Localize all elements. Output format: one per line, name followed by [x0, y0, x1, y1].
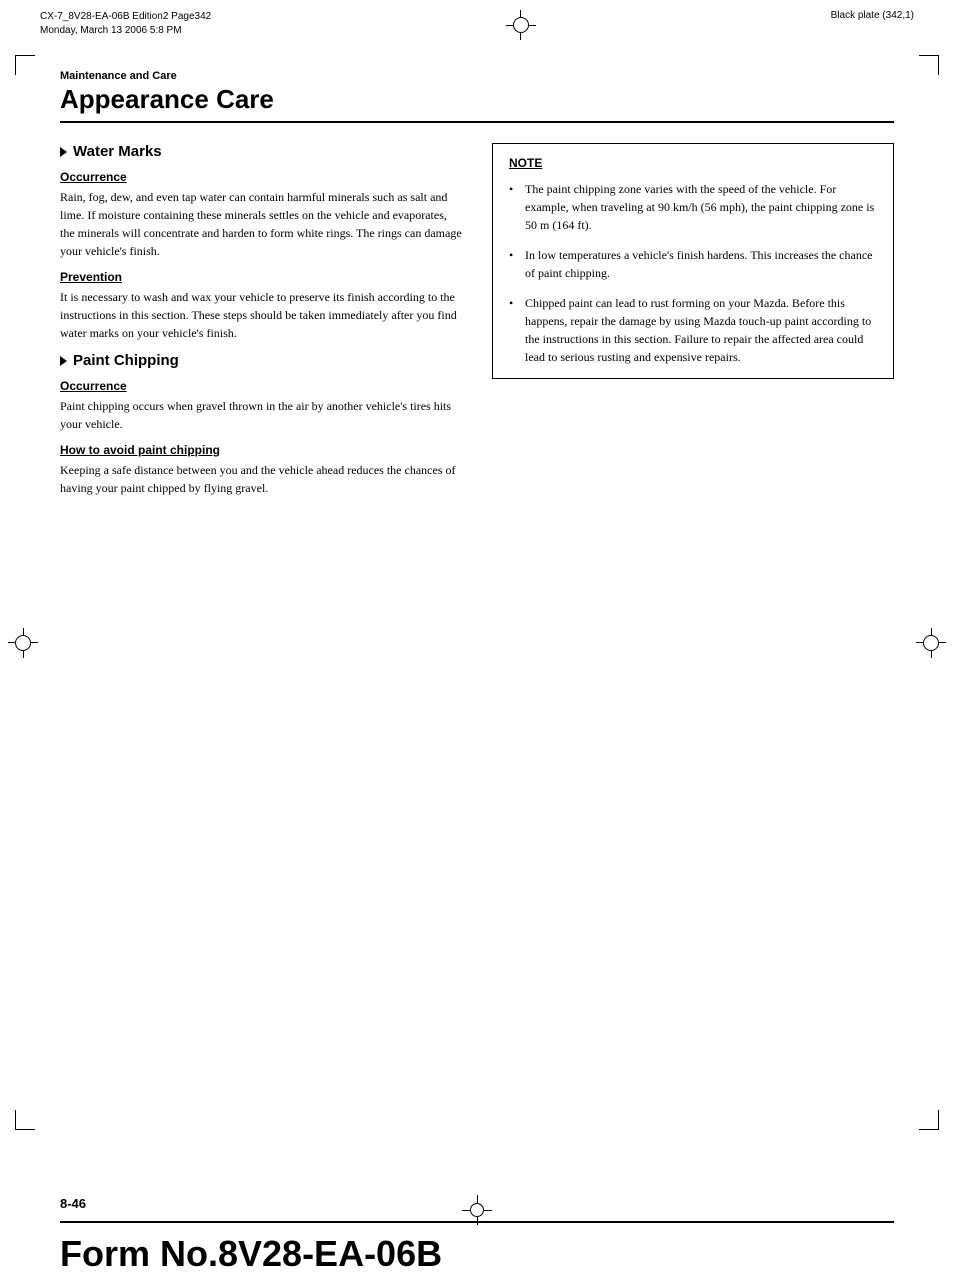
water-marks-title: Water Marks — [73, 143, 162, 160]
top-crosshair — [506, 10, 536, 40]
page: CX-7_8V28-EA-06B Edition2 Page342 Monday… — [0, 0, 954, 1285]
top-bar: CX-7_8V28-EA-06B Edition2 Page342 Monday… — [0, 0, 954, 40]
right-crosshair — [916, 628, 946, 658]
water-marks-section: Water Marks Occurrence Rain, fog, dew, a… — [60, 143, 462, 342]
plate-info: Black plate (342,1) — [831, 10, 914, 21]
doc-info: CX-7_8V28-EA-06B Edition2 Page342 Monday… — [40, 10, 211, 38]
left-crosshair — [8, 628, 38, 658]
crosshair-circle — [513, 17, 529, 33]
how-to-avoid-heading: How to avoid paint chipping — [60, 443, 462, 457]
note-box: NOTE The paint chipping zone varies with… — [492, 143, 894, 379]
paint-chipping-title: Paint Chipping — [73, 352, 179, 369]
bottom-area: 8-46 Form No.8V28-EA-06B — [0, 1186, 954, 1285]
page-title: Appearance Care — [60, 84, 894, 115]
note-title: NOTE — [509, 156, 877, 170]
doc-line2: Monday, March 13 2006 5:8 PM — [40, 24, 211, 38]
occurrence-text-1: Rain, fog, dew, and even tap water can c… — [60, 188, 462, 260]
occurrence-heading-2: Occurrence — [60, 379, 462, 393]
note-item-3: Chipped paint can lead to rust forming o… — [509, 294, 877, 366]
right-crosshair-circle — [923, 635, 939, 651]
water-marks-heading: Water Marks — [60, 143, 462, 160]
bottom-crosshair — [462, 1195, 492, 1225]
note-item-2: In low temperatures a vehicle's finish h… — [509, 246, 877, 282]
triangle-icon-2 — [60, 356, 67, 366]
prevention-text: It is necessary to wash and wax your veh… — [60, 288, 462, 342]
title-divider — [60, 121, 894, 123]
paint-chipping-section: Paint Chipping Occurrence Paint chipping… — [60, 352, 462, 497]
doc-line1: CX-7_8V28-EA-06B Edition2 Page342 — [40, 10, 211, 24]
bottom-crosshair-circle — [470, 1203, 484, 1217]
how-to-avoid-text: Keeping a safe distance between you and … — [60, 461, 462, 497]
paint-chipping-heading: Paint Chipping — [60, 352, 462, 369]
side-crosshair-right — [916, 628, 946, 658]
right-column: NOTE The paint chipping zone varies with… — [492, 143, 894, 507]
occurrence-heading-1: Occurrence — [60, 170, 462, 184]
side-crosshair-left — [8, 628, 38, 658]
left-column: Water Marks Occurrence Rain, fog, dew, a… — [60, 143, 462, 507]
note-list: The paint chipping zone varies with the … — [509, 180, 877, 366]
two-col-layout: Water Marks Occurrence Rain, fog, dew, a… — [60, 143, 894, 507]
prevention-heading: Prevention — [60, 270, 462, 284]
corner-mark-bl — [15, 1110, 35, 1130]
occurrence-text-2: Paint chipping occurs when gravel thrown… — [60, 397, 462, 433]
triangle-icon-1 — [60, 147, 67, 157]
form-number: Form No.8V28-EA-06B — [0, 1223, 954, 1285]
corner-mark-br — [919, 1110, 939, 1130]
left-crosshair-circle — [15, 635, 31, 651]
top-crosshair-container — [506, 10, 536, 40]
section-label: Maintenance and Care — [60, 70, 894, 82]
content-area: Maintenance and Care Appearance Care Wat… — [0, 50, 954, 547]
note-item-1: The paint chipping zone varies with the … — [509, 180, 877, 234]
